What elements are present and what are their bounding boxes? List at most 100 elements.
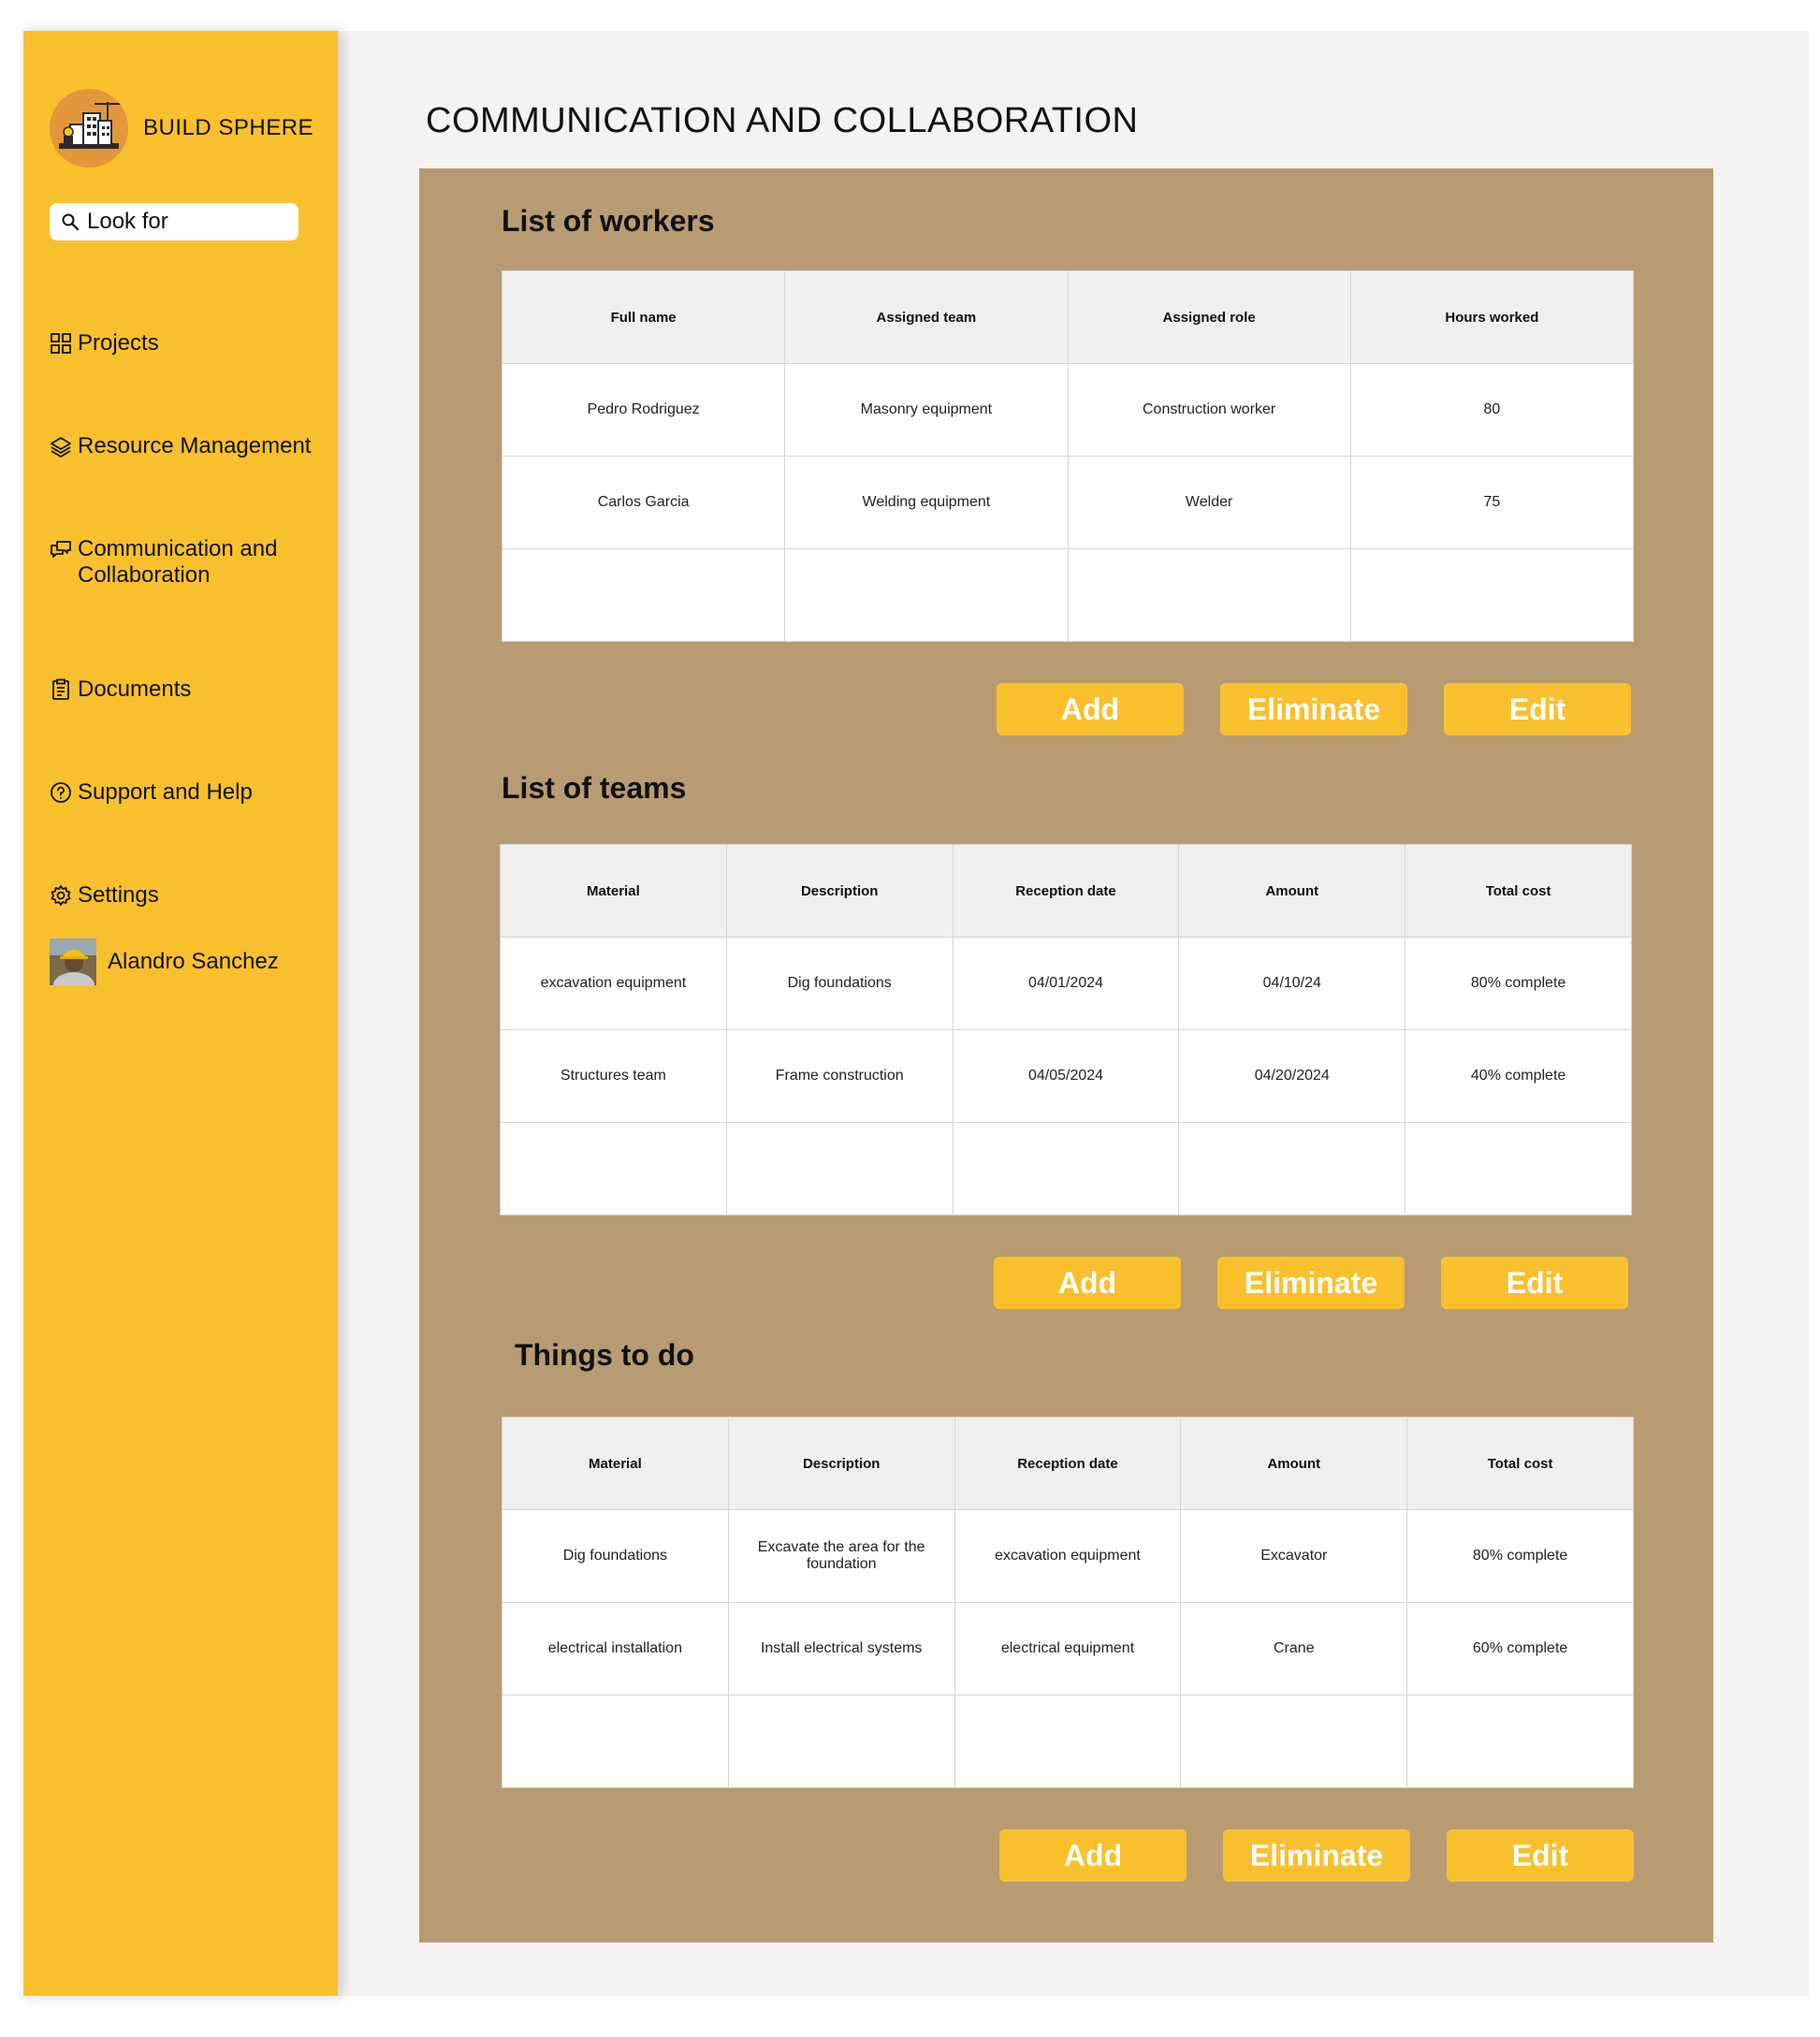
table-cell: Carlos Garcia (501, 456, 786, 549)
todo-edit-button[interactable]: Edit (1447, 1829, 1634, 1882)
teams-table: Material Description Reception date Amou… (500, 844, 1632, 1215)
search-icon (62, 213, 80, 231)
table-cell (1180, 1695, 1408, 1788)
nav-item-documents[interactable]: Documents (50, 677, 312, 703)
brand[interactable]: BUILD SPHERE (50, 89, 313, 167)
column-header: Material (502, 1417, 729, 1510)
table-row[interactable]: Pedro Rodriguez Masonry equipment Constr… (501, 363, 1635, 457)
table-cell (952, 1122, 1180, 1215)
table-cell (954, 1695, 1182, 1788)
table-cell: 60% complete (1406, 1602, 1634, 1695)
grid-icon (50, 330, 74, 356)
column-header: Reception date (952, 844, 1180, 938)
table-cell (784, 548, 1069, 642)
nav-item-resource-management[interactable]: Resource Management (50, 433, 312, 459)
sidebar: BUILD SPHERE Projects Resource Managemen… (23, 31, 338, 1996)
page-title: COMMUNICATION AND COLLABORATION (426, 101, 1139, 140)
table-row[interactable]: electrical installation Install electric… (502, 1602, 1634, 1695)
table-cell: Structures team (500, 1029, 727, 1123)
nav-label-communication: Communication and Collaboration (78, 536, 278, 588)
table-cell: 80 (1349, 363, 1635, 457)
table-cell: Crane (1180, 1602, 1408, 1695)
table-cell: Dig foundations (725, 937, 954, 1030)
nav-label-documents: Documents (78, 677, 192, 702)
todo-add-button[interactable]: Add (999, 1829, 1187, 1882)
table-cell (1178, 1122, 1406, 1215)
teams-section-title: List of teams (502, 771, 687, 805)
column-header: Amount (1178, 844, 1406, 938)
teams-edit-button[interactable]: Edit (1441, 1257, 1628, 1309)
table-cell: Frame construction (725, 1029, 954, 1123)
layers-icon (50, 433, 74, 459)
table-row[interactable]: Dig foundations Excavate the area for th… (502, 1509, 1634, 1603)
column-header: Amount (1180, 1417, 1408, 1510)
column-header: Reception date (954, 1417, 1182, 1510)
nav-label-settings: Settings (78, 882, 159, 908)
nav-item-support[interactable]: Support and Help (50, 779, 312, 806)
table-cell (501, 548, 786, 642)
table-cell: Welder (1067, 456, 1351, 549)
table-cell: Construction worker (1067, 363, 1351, 457)
table-cell (1067, 548, 1351, 642)
clipboard-icon (50, 677, 74, 703)
table-cell: 40% complete (1405, 1029, 1632, 1123)
table-cell: 04/05/2024 (952, 1029, 1180, 1123)
workers-edit-button[interactable]: Edit (1444, 683, 1631, 735)
teams-add-button[interactable]: Add (994, 1257, 1181, 1309)
table-cell: Welding equipment (784, 456, 1069, 549)
todo-table: Material Description Reception date Amou… (502, 1417, 1634, 1788)
table-header-row: Material Description Reception date Amou… (502, 1417, 1634, 1510)
table-cell (1349, 548, 1635, 642)
table-row-empty[interactable] (502, 1695, 1634, 1788)
table-header-row: Material Description Reception date Amou… (500, 844, 1632, 938)
table-cell: 80% complete (1406, 1509, 1634, 1603)
nav-item-projects[interactable]: Projects (50, 330, 312, 356)
nav-item-settings[interactable]: Settings (50, 882, 312, 909)
build-sphere-logo (50, 89, 128, 167)
search-input[interactable] (87, 209, 274, 235)
table-cell: Excavate the area for the foundation (727, 1509, 955, 1603)
table-cell: Pedro Rodriguez (501, 363, 786, 457)
user-name: Alandro Sanchez (108, 949, 279, 974)
column-header: Hours worked (1349, 270, 1635, 364)
nav-label-projects: Projects (78, 330, 159, 356)
table-cell (502, 1695, 729, 1788)
workers-eliminate-button[interactable]: Eliminate (1220, 683, 1407, 735)
table-header-row: Full name Assigned team Assigned role Ho… (501, 270, 1635, 364)
avatar (50, 938, 96, 985)
table-cell: Dig foundations (502, 1509, 729, 1603)
workers-section-title: List of workers (502, 204, 715, 238)
column-header: Total cost (1405, 844, 1632, 938)
table-row-empty[interactable] (501, 548, 1635, 642)
user-profile[interactable]: Alandro Sanchez (50, 938, 279, 985)
column-header: Total cost (1406, 1417, 1634, 1510)
column-header: Description (727, 1417, 955, 1510)
table-cell: excavation equipment (500, 937, 727, 1030)
todo-eliminate-button[interactable]: Eliminate (1223, 1829, 1410, 1882)
search-box[interactable] (50, 203, 298, 240)
table-cell: electrical installation (502, 1602, 729, 1695)
table-row-empty[interactable] (500, 1122, 1632, 1215)
table-row[interactable]: excavation equipment Dig foundations 04/… (500, 937, 1632, 1030)
table-cell (725, 1122, 954, 1215)
table-cell (727, 1695, 955, 1788)
table-cell: Install electrical systems (727, 1602, 955, 1695)
column-header: Material (500, 844, 727, 938)
teams-eliminate-button[interactable]: Eliminate (1217, 1257, 1405, 1309)
chat-icon (50, 536, 74, 562)
table-cell: 75 (1349, 456, 1635, 549)
column-header: Assigned team (784, 270, 1069, 364)
column-header: Description (725, 844, 954, 938)
table-cell: electrical equipment (954, 1602, 1182, 1695)
gear-icon (50, 882, 74, 909)
table-row[interactable]: Structures team Frame construction 04/05… (500, 1029, 1632, 1123)
nav-label-resource-management: Resource Management (78, 433, 312, 458)
nav-item-communication[interactable]: Communication and Collaboration (50, 536, 312, 589)
table-row[interactable]: Carlos Garcia Welding equipment Welder 7… (501, 456, 1635, 549)
column-header: Full name (501, 270, 786, 364)
table-cell (500, 1122, 727, 1215)
table-cell: Excavator (1180, 1509, 1408, 1603)
table-cell: Masonry equipment (784, 363, 1069, 457)
workers-add-button[interactable]: Add (997, 683, 1184, 735)
table-cell: 04/01/2024 (952, 937, 1180, 1030)
